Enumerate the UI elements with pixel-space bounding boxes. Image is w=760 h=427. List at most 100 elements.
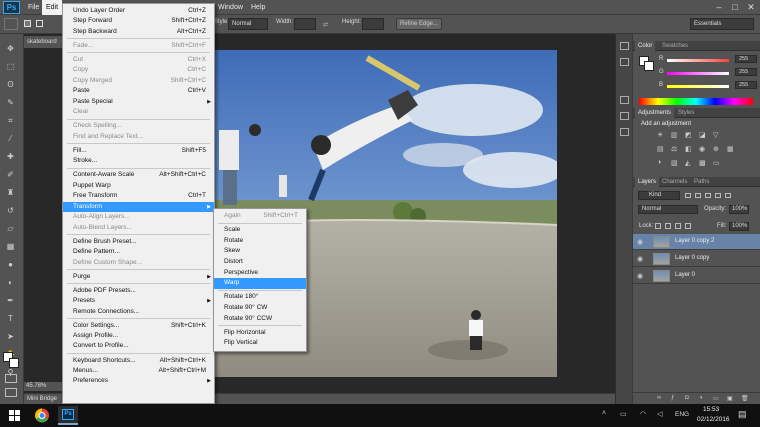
brush-panel-icon[interactable] bbox=[620, 96, 629, 104]
pen-tool-icon[interactable]: ✒ bbox=[3, 296, 18, 306]
visibility-eye-icon[interactable]: ◉ bbox=[637, 255, 643, 263]
menu-item-rotate[interactable]: Rotate bbox=[214, 236, 306, 247]
quick-select-tool-icon[interactable]: ✎ bbox=[3, 98, 18, 108]
layer-row[interactable]: ◉ Layer 0 copy 2 bbox=[633, 234, 760, 250]
visibility-eye-icon[interactable]: ◉ bbox=[637, 272, 643, 280]
eyedropper-tool-icon[interactable]: ⁄ bbox=[3, 134, 18, 144]
threshold-icon[interactable]: ◭ bbox=[685, 159, 690, 167]
layer-row[interactable]: ◉ Layer 0 copy bbox=[633, 251, 760, 267]
clock-time[interactable]: 15:53 bbox=[703, 406, 719, 413]
selection-mode-icons[interactable] bbox=[22, 18, 50, 30]
menu-item-rotate-90-ccw[interactable]: Rotate 90° CCW bbox=[214, 314, 306, 325]
fill-field[interactable]: 100% bbox=[729, 222, 749, 231]
crop-tool-icon[interactable]: ⌗ bbox=[3, 116, 18, 126]
menu-item-define-brush-preset[interactable]: Define Brush Preset... bbox=[63, 237, 214, 248]
black-white-icon[interactable]: ◧ bbox=[685, 145, 692, 153]
layer-row[interactable]: ◉ Layer 0 bbox=[633, 268, 760, 284]
tab-layers[interactable]: Layers bbox=[635, 177, 660, 187]
menu-item-purge[interactable]: Purge ▶ bbox=[63, 272, 214, 283]
hue-saturation-icon[interactable]: ▤ bbox=[657, 145, 664, 153]
menu-help[interactable]: Help bbox=[247, 0, 269, 15]
width-field[interactable] bbox=[294, 18, 316, 30]
menu-item-free-transform[interactable]: Free Transform Ctrl+T bbox=[63, 191, 214, 202]
history-panel-icon[interactable] bbox=[620, 42, 629, 50]
dodge-tool-icon[interactable]: ◐ bbox=[3, 278, 18, 288]
menu-item-presets[interactable]: Presets ▶ bbox=[63, 296, 214, 307]
path-select-tool-icon[interactable]: ➤ bbox=[3, 332, 18, 342]
type-tool-icon[interactable]: T bbox=[3, 314, 18, 324]
style-select[interactable]: Normal bbox=[228, 18, 268, 30]
slider-g-track[interactable] bbox=[667, 72, 729, 75]
slider-b-track[interactable] bbox=[667, 85, 729, 88]
adjustment-layer-icon[interactable]: ◑ bbox=[699, 395, 703, 401]
minimize-button[interactable]: – bbox=[712, 1, 726, 13]
notifications-icon[interactable]: ▤ bbox=[738, 409, 747, 420]
menu-item-define-pattern[interactable]: Define Pattern... bbox=[63, 247, 214, 258]
stamp-tool-icon[interactable]: ♜ bbox=[3, 188, 18, 198]
lasso-tool-icon[interactable]: ʘ bbox=[3, 80, 18, 90]
brightness-contrast-icon[interactable]: ☀ bbox=[657, 131, 663, 139]
menu-item-puppet-warp[interactable]: Puppet Warp bbox=[63, 181, 214, 192]
network-icon[interactable]: ▭ bbox=[620, 410, 627, 418]
clock-date[interactable]: 02/12/2016 bbox=[697, 416, 730, 423]
menu-item-menus[interactable]: Menus... Alt+Shift+Ctrl+M bbox=[63, 366, 214, 377]
menu-window[interactable]: Window bbox=[214, 0, 247, 15]
posterize-icon[interactable]: ▧ bbox=[671, 159, 678, 167]
slider-r-track[interactable] bbox=[667, 59, 729, 62]
brush-tool-icon[interactable]: ✐ bbox=[3, 170, 18, 180]
paragraph-panel-icon[interactable] bbox=[620, 128, 629, 136]
layer-kind-filter[interactable]: Kind bbox=[638, 191, 680, 200]
color-spectrum-bar[interactable] bbox=[639, 98, 753, 105]
tray-expand-icon[interactable]: ˄ bbox=[602, 410, 606, 417]
exposure-icon[interactable]: ◪ bbox=[699, 131, 706, 139]
menu-item-rotate-90-cw[interactable]: Rotate 90° CW bbox=[214, 303, 306, 314]
menu-item-scale[interactable]: Scale bbox=[214, 225, 306, 236]
gradient-map-icon[interactable]: ▭ bbox=[713, 159, 720, 167]
blend-mode-select[interactable]: Normal bbox=[638, 205, 698, 214]
menu-item-flip-vertical[interactable]: Flip Vertical bbox=[214, 338, 306, 349]
opacity-field[interactable]: 100% bbox=[729, 205, 749, 214]
levels-icon[interactable]: ▥ bbox=[671, 131, 678, 139]
volume-icon[interactable]: ◁ bbox=[657, 410, 662, 418]
blur-tool-icon[interactable]: ● bbox=[3, 260, 18, 270]
color-lookup-icon[interactable]: ▦ bbox=[727, 145, 734, 153]
zoom-level[interactable]: 45.78% bbox=[26, 383, 46, 389]
channel-mixer-icon[interactable]: ⊕ bbox=[713, 145, 719, 153]
menu-item-step-backward[interactable]: Step Backward Alt+Ctrl+Z bbox=[63, 27, 214, 38]
selective-color-icon[interactable]: ▩ bbox=[699, 159, 706, 167]
language-indicator[interactable]: ENG bbox=[675, 411, 689, 418]
menu-item-flip-horizontal[interactable]: Flip Horizontal bbox=[214, 328, 306, 339]
link-layers-icon[interactable]: ∞ bbox=[657, 395, 661, 401]
tab-channels[interactable]: Channels bbox=[659, 177, 690, 187]
menu-item-convert-to-profile[interactable]: Convert to Profile... bbox=[63, 341, 214, 352]
maximize-button[interactable]: □ bbox=[728, 1, 742, 13]
eraser-tool-icon[interactable]: ▱ bbox=[3, 224, 18, 234]
menu-item-fill[interactable]: Fill... Shift+F5 bbox=[63, 146, 214, 157]
menu-file[interactable]: File bbox=[24, 0, 43, 15]
menu-item-stroke[interactable]: Stroke... bbox=[63, 156, 214, 167]
invert-icon[interactable]: ◑ bbox=[657, 159, 661, 166]
swap-icon[interactable]: ⇄ bbox=[323, 21, 328, 28]
tab-swatches[interactable]: Swatches bbox=[659, 41, 691, 51]
layer-style-icon[interactable]: ƒ bbox=[671, 395, 674, 401]
new-group-icon[interactable]: ▭ bbox=[713, 395, 719, 402]
character-panel-icon[interactable] bbox=[620, 112, 629, 120]
layer-name[interactable]: Layer 0 copy 2 bbox=[675, 238, 714, 244]
menu-item-distort[interactable]: Distort bbox=[214, 257, 306, 268]
menu-item-skew[interactable]: Skew bbox=[214, 246, 306, 257]
color-background-swatch[interactable] bbox=[644, 61, 654, 71]
menu-item-rotate-180[interactable]: Rotate 180° bbox=[214, 292, 306, 303]
tab-color[interactable]: Color bbox=[635, 41, 656, 51]
layer-filter-icons[interactable] bbox=[685, 192, 745, 199]
menu-item-paste-special[interactable]: Paste Special ▶ bbox=[63, 97, 214, 108]
background-color-swatch[interactable] bbox=[9, 358, 19, 368]
menu-item-warp[interactable]: Warp bbox=[214, 278, 306, 289]
properties-panel-icon[interactable] bbox=[620, 58, 629, 66]
chrome-icon[interactable] bbox=[32, 406, 52, 425]
new-layer-icon[interactable]: ▣ bbox=[727, 395, 733, 402]
layer-name[interactable]: Layer 0 bbox=[675, 272, 695, 278]
menu-item-assign-profile[interactable]: Assign Profile... bbox=[63, 331, 214, 342]
gradient-tool-icon[interactable]: ▦ bbox=[3, 242, 18, 252]
visibility-eye-icon[interactable]: ◉ bbox=[637, 238, 643, 246]
menu-item-preferences[interactable]: Preferences ▶ bbox=[63, 376, 214, 387]
